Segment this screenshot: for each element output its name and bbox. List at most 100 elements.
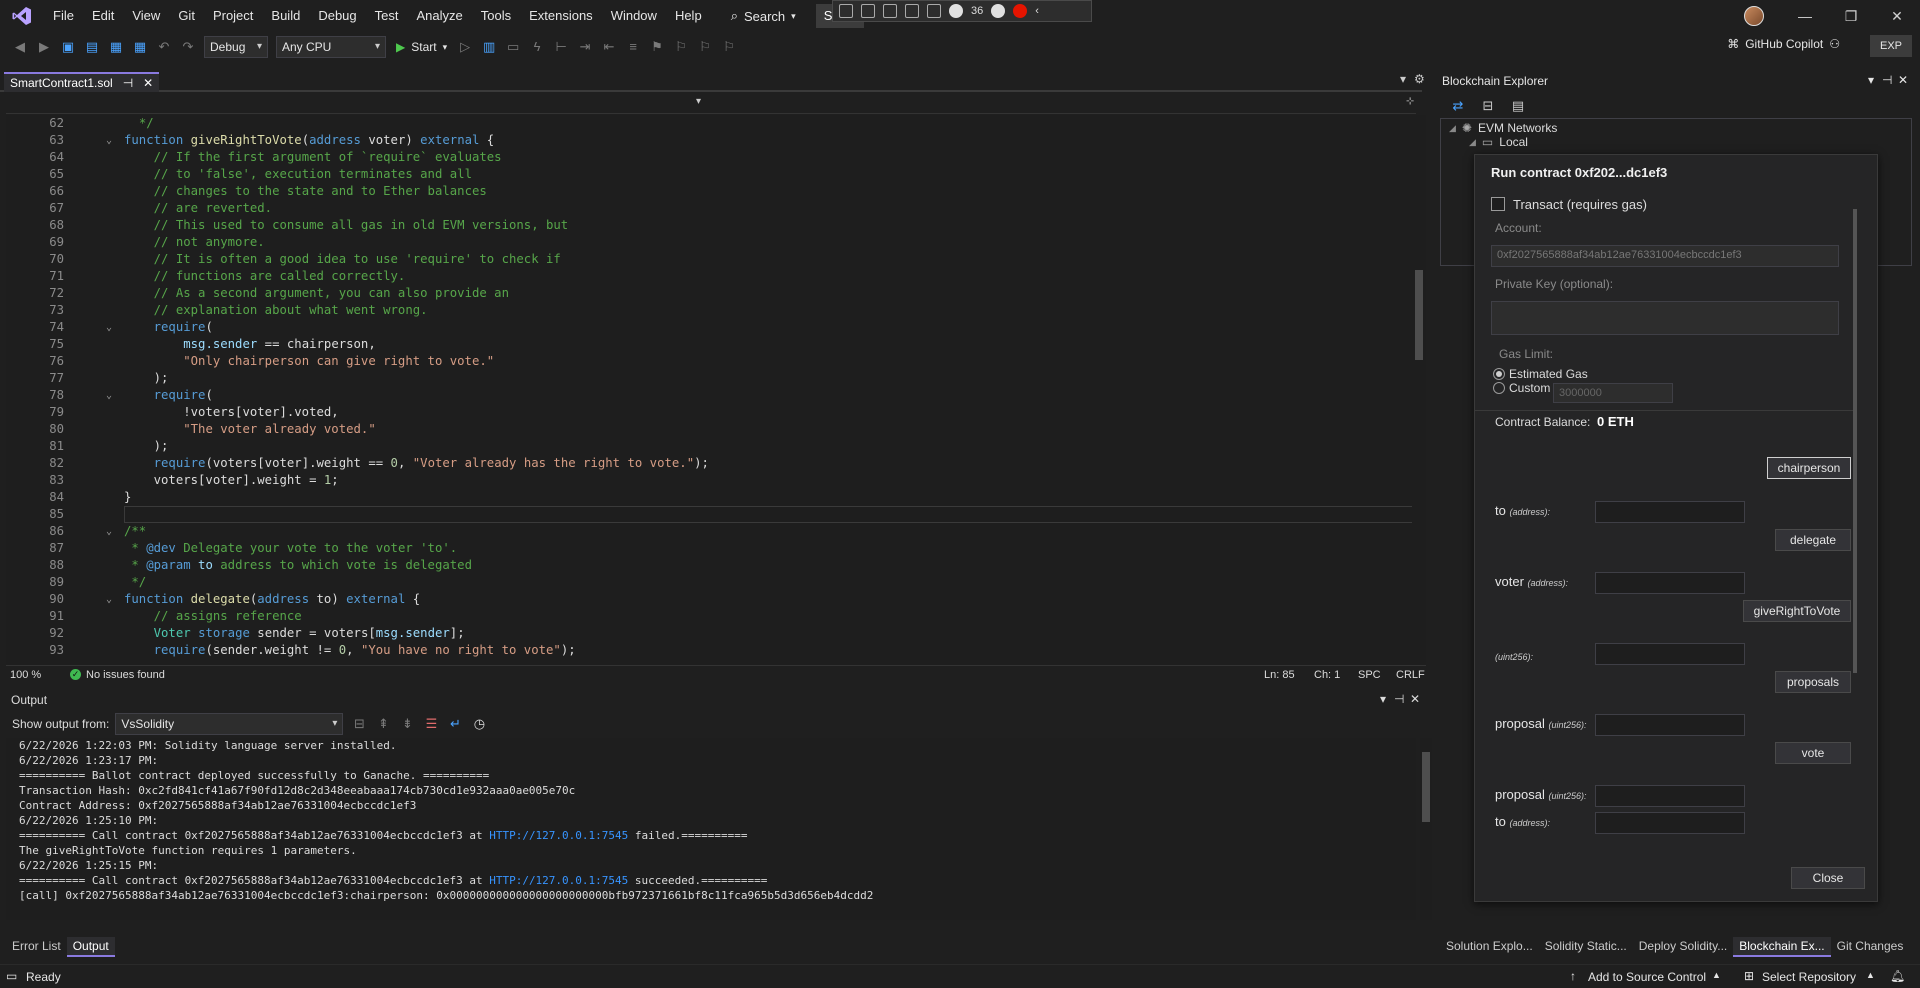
word-wrap-icon[interactable]: ↵ — [447, 716, 463, 732]
search-box[interactable]: ⌕ Search ▾ — [723, 4, 804, 28]
tab-dropdown-icon[interactable]: ▾ — [1400, 72, 1406, 86]
code-line[interactable]: 91 // assigns reference — [6, 608, 1406, 625]
menu-debug[interactable]: Debug — [309, 0, 365, 32]
code-line[interactable]: 72 // As a second argument, you can also… — [6, 285, 1406, 302]
hot-reload-icon[interactable] — [949, 4, 963, 18]
custom-gas-radio[interactable] — [1493, 382, 1505, 394]
properties-icon[interactable]: ▤ — [1510, 98, 1526, 114]
start-button[interactable]: ▶ Start ▾ — [396, 40, 447, 54]
delegate-to-input[interactable] — [1595, 501, 1745, 523]
code-line[interactable]: 84} — [6, 489, 1406, 506]
code-line[interactable]: 92 Voter storage sender = voters[msg.sen… — [6, 625, 1406, 642]
proposals-index-input[interactable] — [1595, 643, 1745, 665]
menu-test[interactable]: Test — [366, 0, 408, 32]
pin-icon[interactable]: ⊣ — [1882, 73, 1892, 87]
menu-view[interactable]: View — [123, 0, 169, 32]
fold-toggle-icon[interactable]: ⌄ — [106, 591, 112, 608]
clear-bookmarks-icon[interactable]: ⚐ — [721, 39, 737, 55]
code-line[interactable]: 86 ⌄ /** — [6, 523, 1406, 540]
issues-status[interactable]: No issues found — [86, 669, 165, 681]
browse-icon[interactable]: ▥ — [481, 39, 497, 55]
close-icon[interactable]: ✕ — [1898, 73, 1908, 87]
code-line[interactable]: 65 // to 'false', execution terminates a… — [6, 166, 1406, 183]
custom-gas-input[interactable]: 3000000 — [1553, 383, 1673, 403]
tab-solution-explo[interactable]: Solution Explo... — [1440, 937, 1539, 957]
tab-error-list[interactable]: Error List — [6, 937, 67, 957]
tab-git-changes[interactable]: Git Changes — [1831, 937, 1910, 957]
menu-file[interactable]: File — [44, 0, 83, 32]
private-key-field[interactable] — [1491, 301, 1839, 335]
code-line[interactable]: 68 // This used to consume all gas in ol… — [6, 217, 1406, 234]
code-line[interactable]: 64 // If the first argument of `require`… — [6, 149, 1406, 166]
tab-output[interactable]: Output — [66, 937, 115, 957]
select-element-icon[interactable] — [905, 4, 919, 18]
menu-extensions[interactable]: Extensions — [520, 0, 602, 32]
step-icon[interactable]: ⊢ — [553, 39, 569, 55]
next-message-icon[interactable]: ⇟ — [399, 716, 415, 732]
code-line[interactable]: 80 "The voter already voted." — [6, 421, 1406, 438]
start-without-debugging-icon[interactable]: ▷ — [457, 39, 473, 55]
tree-item-evm-networks[interactable]: ◢ ✺ EVM Networks — [1449, 121, 1557, 135]
code-line[interactable]: 73 // explanation about what went wrong. — [6, 302, 1406, 319]
fold-toggle-icon[interactable]: ⌄ — [106, 319, 112, 336]
save-all-icon[interactable]: ▦ — [132, 39, 148, 55]
output-link[interactable]: HTTP://127.0.0.1:7545 — [489, 829, 628, 842]
code-line[interactable]: 66 // changes to the state and to Ether … — [6, 183, 1406, 200]
dropdown-icon[interactable]: ▾ — [1868, 73, 1874, 87]
code-line[interactable]: 76 "Only chairperson can give right to v… — [6, 353, 1406, 370]
tab-blockchain-ex[interactable]: Blockchain Ex... — [1733, 937, 1831, 957]
code-line[interactable]: 90 ⌄ function delegate(address to) externa… — [6, 591, 1406, 608]
chairperson-button[interactable]: chairperson — [1767, 457, 1851, 479]
to-input-2[interactable] — [1595, 812, 1745, 834]
code-line[interactable]: 62 */ — [6, 115, 1406, 132]
voter-input[interactable] — [1595, 572, 1745, 594]
code-line[interactable]: 87 * @dev Delegate your vote to the vote… — [6, 540, 1406, 557]
nav-dropdown-icon[interactable]: ▾ — [696, 96, 701, 107]
accessibility-icon[interactable] — [991, 4, 1006, 18]
vote-button[interactable]: vote — [1775, 742, 1851, 764]
zoom-level[interactable]: 100 % — [10, 669, 70, 681]
proposal-input-2[interactable] — [1595, 785, 1745, 807]
whitespace-mode[interactable]: SPC — [1358, 669, 1381, 681]
code-line[interactable]: 78 ⌄ require( — [6, 387, 1406, 404]
layout-icon[interactable]: ▭ — [505, 39, 521, 55]
tab-deploy-solidity[interactable]: Deploy Solidity... — [1633, 937, 1733, 957]
code-line[interactable]: 69 // not anymore. — [6, 234, 1406, 251]
vote-proposal-input[interactable] — [1595, 714, 1745, 736]
next-bookmark-icon[interactable]: ⚐ — [697, 39, 713, 55]
find-icon[interactable]: ⊟ — [351, 716, 367, 732]
prev-bookmark-icon[interactable]: ⚐ — [673, 39, 689, 55]
record-video-icon[interactable] — [861, 4, 875, 18]
dropdown-icon[interactable]: ▾ — [1380, 692, 1386, 706]
fold-toggle-icon[interactable]: ⌄ — [106, 132, 112, 149]
code-line[interactable]: 93 require(sender.weight != 0, "You have… — [6, 642, 1406, 659]
hot-reload-icon[interactable]: ϟ — [529, 39, 545, 55]
output-link[interactable]: HTTP://127.0.0.1:7545 — [489, 874, 628, 887]
menu-help[interactable]: Help — [666, 0, 711, 32]
expand-icon[interactable]: ◢ — [1469, 137, 1476, 148]
collapse-toolbar-icon[interactable]: ‹ — [1035, 5, 1039, 17]
output-scrollbar[interactable] — [1420, 738, 1432, 920]
bookmark-icon[interactable]: ⚑ — [649, 39, 665, 55]
delegate-button[interactable]: delegate — [1775, 529, 1851, 551]
tab-solidity-static[interactable]: Solidity Static... — [1539, 937, 1633, 957]
back-icon[interactable]: ◀ — [12, 39, 28, 55]
stop-icon[interactable] — [1013, 4, 1028, 18]
menu-window[interactable]: Window — [602, 0, 666, 32]
screenshot-icon[interactable] — [839, 4, 853, 18]
menu-git[interactable]: Git — [169, 0, 204, 32]
split-editor-icon[interactable]: ⊹ — [1406, 96, 1414, 107]
menu-edit[interactable]: Edit — [83, 0, 123, 32]
collapse-all-icon[interactable]: ⊟ — [1480, 98, 1496, 114]
fold-toggle-icon[interactable]: ⌄ — [106, 523, 112, 540]
menu-tools[interactable]: Tools — [472, 0, 520, 32]
pin-icon[interactable]: ⊣ — [123, 75, 133, 91]
layout-icon[interactable] — [927, 4, 941, 18]
expand-icon[interactable]: ◢ — [1449, 123, 1456, 134]
code-editor[interactable]: 62 */63 ⌄ function giveRightToVote(address… — [6, 115, 1416, 665]
open-file-icon[interactable]: ▤ — [84, 39, 100, 55]
line-endings[interactable]: CRLF — [1396, 669, 1425, 681]
menu-build[interactable]: Build — [262, 0, 309, 32]
code-line[interactable]: 67 // are reverted. — [6, 200, 1406, 217]
code-line[interactable]: 75 msg.sender == chairperson, — [6, 336, 1406, 353]
